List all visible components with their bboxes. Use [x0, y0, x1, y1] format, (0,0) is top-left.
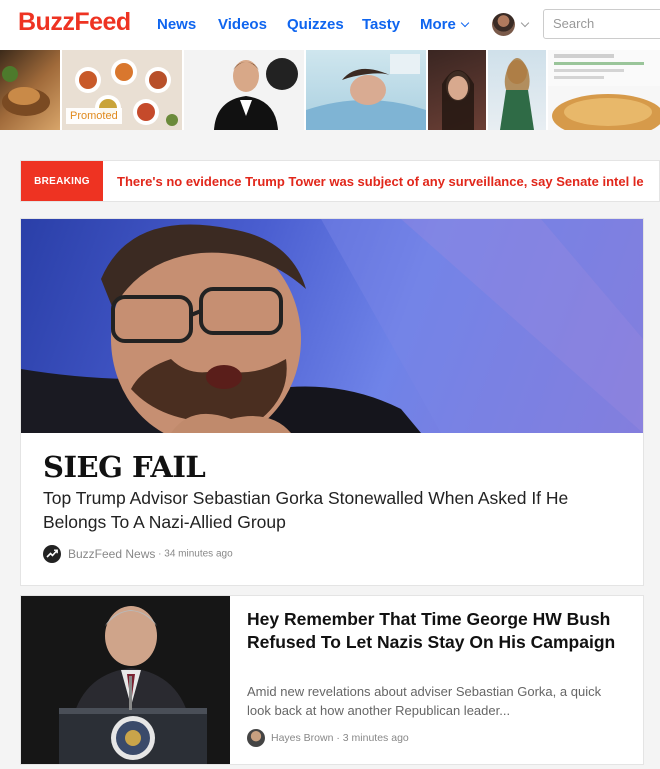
- promoted-badge: Promoted: [66, 108, 122, 124]
- author-avatar: [247, 729, 265, 747]
- thumbnail-celebrity[interactable]: [184, 50, 304, 130]
- avatar: [492, 13, 515, 36]
- breaking-headline[interactable]: There's no evidence Trump Tower was subj…: [117, 174, 644, 189]
- second-story-title[interactable]: Hey Remember That Time George HW Bush Re…: [247, 608, 627, 654]
- story-byline: BuzzFeed News · 34 minutes ago: [43, 545, 233, 563]
- breaking-tag: BREAKING: [21, 161, 103, 201]
- second-story-byline: Hayes Brown · 3 minutes ago: [247, 729, 409, 747]
- thumbnail-messages[interactable]: [548, 50, 660, 130]
- buzzfeed-logo[interactable]: BuzzFeed: [18, 8, 131, 37]
- site-header: BuzzFeed News Videos Quizzes Tasty More …: [0, 0, 660, 50]
- main-story-card[interactable]: SIEG FAIL Top Trump Advisor Sebastian Go…: [20, 218, 644, 586]
- nav-videos[interactable]: Videos: [218, 16, 267, 33]
- search-input[interactable]: Search: [543, 9, 660, 39]
- thumbnail-selfie[interactable]: [428, 50, 486, 130]
- second-story-author[interactable]: Hayes Brown: [271, 732, 333, 744]
- chevron-down-icon: [460, 18, 470, 28]
- trending-thumbnails: Promoted: [0, 50, 660, 130]
- story-headline[interactable]: Top Trump Advisor Sebastian Gorka Stonew…: [43, 486, 623, 534]
- story-source[interactable]: BuzzFeed News: [68, 547, 155, 561]
- second-story-image[interactable]: [21, 596, 230, 764]
- main-story-image[interactable]: [21, 219, 643, 433]
- thumbnail-food[interactable]: [0, 50, 60, 130]
- nav-quizzes[interactable]: Quizzes: [287, 16, 344, 33]
- chevron-down-icon: [520, 18, 530, 28]
- user-menu[interactable]: [490, 12, 534, 38]
- story-kicker[interactable]: SIEG FAIL: [43, 450, 206, 484]
- nav-tasty[interactable]: Tasty: [362, 16, 400, 33]
- second-story-description: Amid new revelations about adviser Sebas…: [247, 684, 602, 718]
- second-story-time: · 3 minutes ago: [333, 732, 409, 744]
- nav-news[interactable]: News: [157, 16, 196, 33]
- thumbnail-hospital[interactable]: [306, 50, 426, 130]
- nav-more-label: More: [420, 16, 456, 33]
- second-story-card[interactable]: Hey Remember That Time George HW Bush Re…: [20, 595, 644, 765]
- breaking-news-bar[interactable]: BREAKING There's no evidence Trump Tower…: [20, 160, 660, 202]
- story-time: · 34 minutes ago: [155, 548, 233, 560]
- trending-icon: [43, 545, 61, 563]
- thumbnail-red-carpet[interactable]: [488, 50, 546, 130]
- nav-more[interactable]: More: [420, 16, 470, 33]
